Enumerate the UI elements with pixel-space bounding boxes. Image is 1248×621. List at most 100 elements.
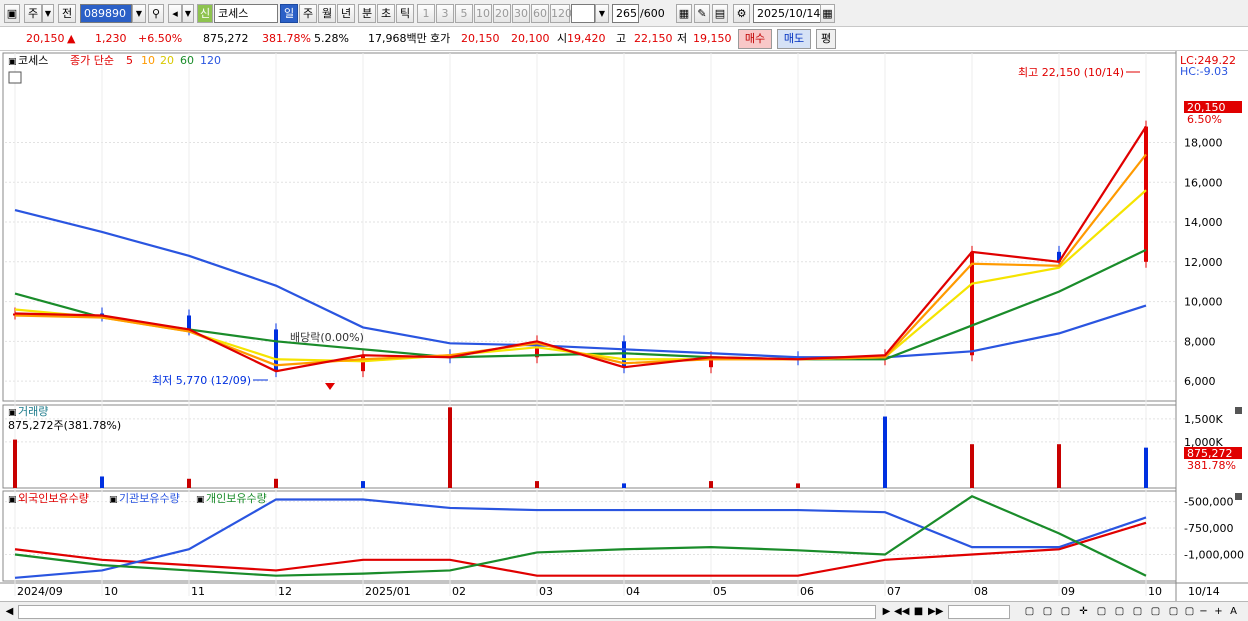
eval-button[interactable]: 평 xyxy=(816,29,836,49)
y-tick-label: 14,000 xyxy=(1184,216,1223,229)
chevron-down-icon[interactable]: ▼ xyxy=(595,4,609,23)
tab-minute[interactable]: 분 xyxy=(358,4,376,23)
price: 20,150 xyxy=(26,32,65,45)
layout-icon[interactable]: ▢ xyxy=(1058,604,1073,620)
y-tick-label: 18,000 xyxy=(1184,136,1223,149)
collapse-icon[interactable] xyxy=(1235,407,1242,414)
count-input[interactable]: 265 xyxy=(612,4,639,23)
interval-120[interactable]: 120 xyxy=(550,4,572,23)
layout-icon[interactable]: ▢ xyxy=(1148,604,1163,620)
dividend-annotation: 배당락(0.00%) xyxy=(290,331,364,344)
interval-30[interactable]: 30 xyxy=(512,4,530,23)
pin-icon: ▣ xyxy=(8,408,17,418)
bid: 20,100 xyxy=(511,32,550,45)
up-arrow-icon: ▲ xyxy=(67,32,76,45)
prev-button[interactable]: 전 xyxy=(58,4,76,23)
volume-bar xyxy=(970,444,974,488)
open-label: 시 xyxy=(557,32,568,45)
stock-chart[interactable]: 6,000 8,000 10,000 12,000 14,000 16,000 18,000… xyxy=(0,51,1248,601)
x-tick-label: 04 xyxy=(626,585,640,598)
layout-icon[interactable]: ▢ xyxy=(1022,604,1037,620)
stop-icon[interactable]: ■ xyxy=(911,604,926,620)
buy-button[interactable]: 매수 xyxy=(738,29,772,49)
interval-3[interactable]: 3 xyxy=(436,4,454,23)
chevron-down-icon[interactable]: ▼ xyxy=(182,4,194,23)
save-icon[interactable]: ▤ xyxy=(712,4,728,23)
layout-icon[interactable]: ▢ xyxy=(1094,604,1109,620)
legend-label: 종가 단순 xyxy=(70,54,114,67)
bottom-bar: ◀ ▶ ◀◀ ■ ▶▶ ▢ ▢ ▢ ✛ ▢ ▢ ▢ ▢ ▢ ▢ − + A xyxy=(0,601,1248,621)
tab-year[interactable]: 년 xyxy=(337,4,355,23)
low-label: 저 xyxy=(677,32,688,45)
volume-bar xyxy=(100,476,104,488)
x-tick-label: 09 xyxy=(1061,585,1075,598)
toolbar: ▣ 주 ▼ 전 089890 ▼ ⚲ ◂ ▼ 신 코세스 일 주 월 년 분 초… xyxy=(0,0,1248,27)
grid-icon[interactable]: ▦ xyxy=(676,4,692,23)
layout-icon[interactable]: ▢ xyxy=(1040,604,1055,620)
window-icon[interactable]: ▣ xyxy=(4,4,20,23)
calculator-icon[interactable] xyxy=(8,71,22,84)
interval-input[interactable] xyxy=(571,4,595,23)
y-tick-label: -500,000 xyxy=(1184,496,1233,509)
pin-icon: ▣ xyxy=(109,495,118,505)
count-total: /600 xyxy=(640,7,665,20)
x-tick-label: 07 xyxy=(887,585,901,598)
tab-day[interactable]: 일 xyxy=(280,4,298,23)
candle-body xyxy=(187,315,191,330)
stock-name-field[interactable]: 코세스 xyxy=(214,4,278,23)
volume-bar xyxy=(796,483,800,488)
volume-bar xyxy=(883,416,887,488)
chevron-down-icon[interactable]: ▼ xyxy=(42,4,54,23)
scroll-right-icon[interactable]: ▶ xyxy=(879,604,894,620)
interval-60[interactable]: 60 xyxy=(531,4,549,23)
legend-ma120: 120 xyxy=(200,54,221,67)
gear-icon[interactable]: ⚙ xyxy=(733,4,750,23)
horizontal-scrollbar[interactable] xyxy=(18,605,876,619)
tab-second[interactable]: 초 xyxy=(377,4,395,23)
tab-tick[interactable]: 틱 xyxy=(396,4,414,23)
hoga-label: 호가 xyxy=(430,32,451,45)
layout-icon[interactable]: ▢ xyxy=(1166,604,1181,620)
rewind-icon[interactable]: ◀◀ xyxy=(894,604,909,620)
sell-button[interactable]: 매도 xyxy=(777,29,811,49)
font-size-icon[interactable]: A xyxy=(1226,604,1241,620)
volume-bar xyxy=(448,407,452,488)
crosshair-icon[interactable]: ✛ xyxy=(1076,604,1091,620)
x-tick-label: 03 xyxy=(539,585,553,598)
scroll-left-icon[interactable]: ◀ xyxy=(2,604,17,620)
layout-icon[interactable]: ▢ xyxy=(1112,604,1127,620)
x-last-date: 10/14 xyxy=(1188,585,1220,598)
tab-week[interactable]: 주 xyxy=(299,4,317,23)
last-pct: 6.50% xyxy=(1187,113,1222,126)
chevron-down-icon[interactable]: ▼ xyxy=(132,4,146,23)
period-select[interactable]: 주 xyxy=(24,4,42,23)
date-input[interactable]: 2025/10/14 xyxy=(753,4,821,23)
zoom-in-icon[interactable]: + xyxy=(1211,604,1226,620)
tab-month[interactable]: 월 xyxy=(318,4,336,23)
calendar-icon[interactable]: ▦ xyxy=(820,4,835,23)
x-tick-label: 08 xyxy=(974,585,988,598)
stock-code-input[interactable]: 089890 xyxy=(80,4,132,23)
interval-20[interactable]: 20 xyxy=(493,4,511,23)
interval-5[interactable]: 5 xyxy=(455,4,473,23)
speaker-icon[interactable]: ◂ xyxy=(168,4,182,23)
open: 19,420 xyxy=(567,32,606,45)
layout-icon[interactable]: ▢ xyxy=(1182,604,1197,620)
collapse-icon[interactable] xyxy=(1235,493,1242,500)
search-icon[interactable]: ⚲ xyxy=(148,4,164,23)
x-tick-label: 2024/09 xyxy=(17,585,63,598)
interval-1[interactable]: 1 xyxy=(417,4,435,23)
forward-icon[interactable]: ▶▶ xyxy=(928,604,943,620)
hc-label: HC:-9.03 xyxy=(1180,65,1228,78)
interval-10[interactable]: 10 xyxy=(474,4,492,23)
layout-icon[interactable]: ▢ xyxy=(1130,604,1145,620)
volume: 875,272 xyxy=(203,32,249,45)
pencil-icon[interactable]: ✎ xyxy=(694,4,710,23)
x-tick-label: 11 xyxy=(191,585,205,598)
pin-icon: ▣ xyxy=(8,495,17,505)
volume-note: 875,272주(381.78%) xyxy=(8,419,121,432)
zoom-out-icon[interactable]: − xyxy=(1196,604,1211,620)
zoom-slider[interactable] xyxy=(948,605,1010,619)
x-tick-label: 05 xyxy=(713,585,727,598)
volume-bar xyxy=(709,481,713,488)
